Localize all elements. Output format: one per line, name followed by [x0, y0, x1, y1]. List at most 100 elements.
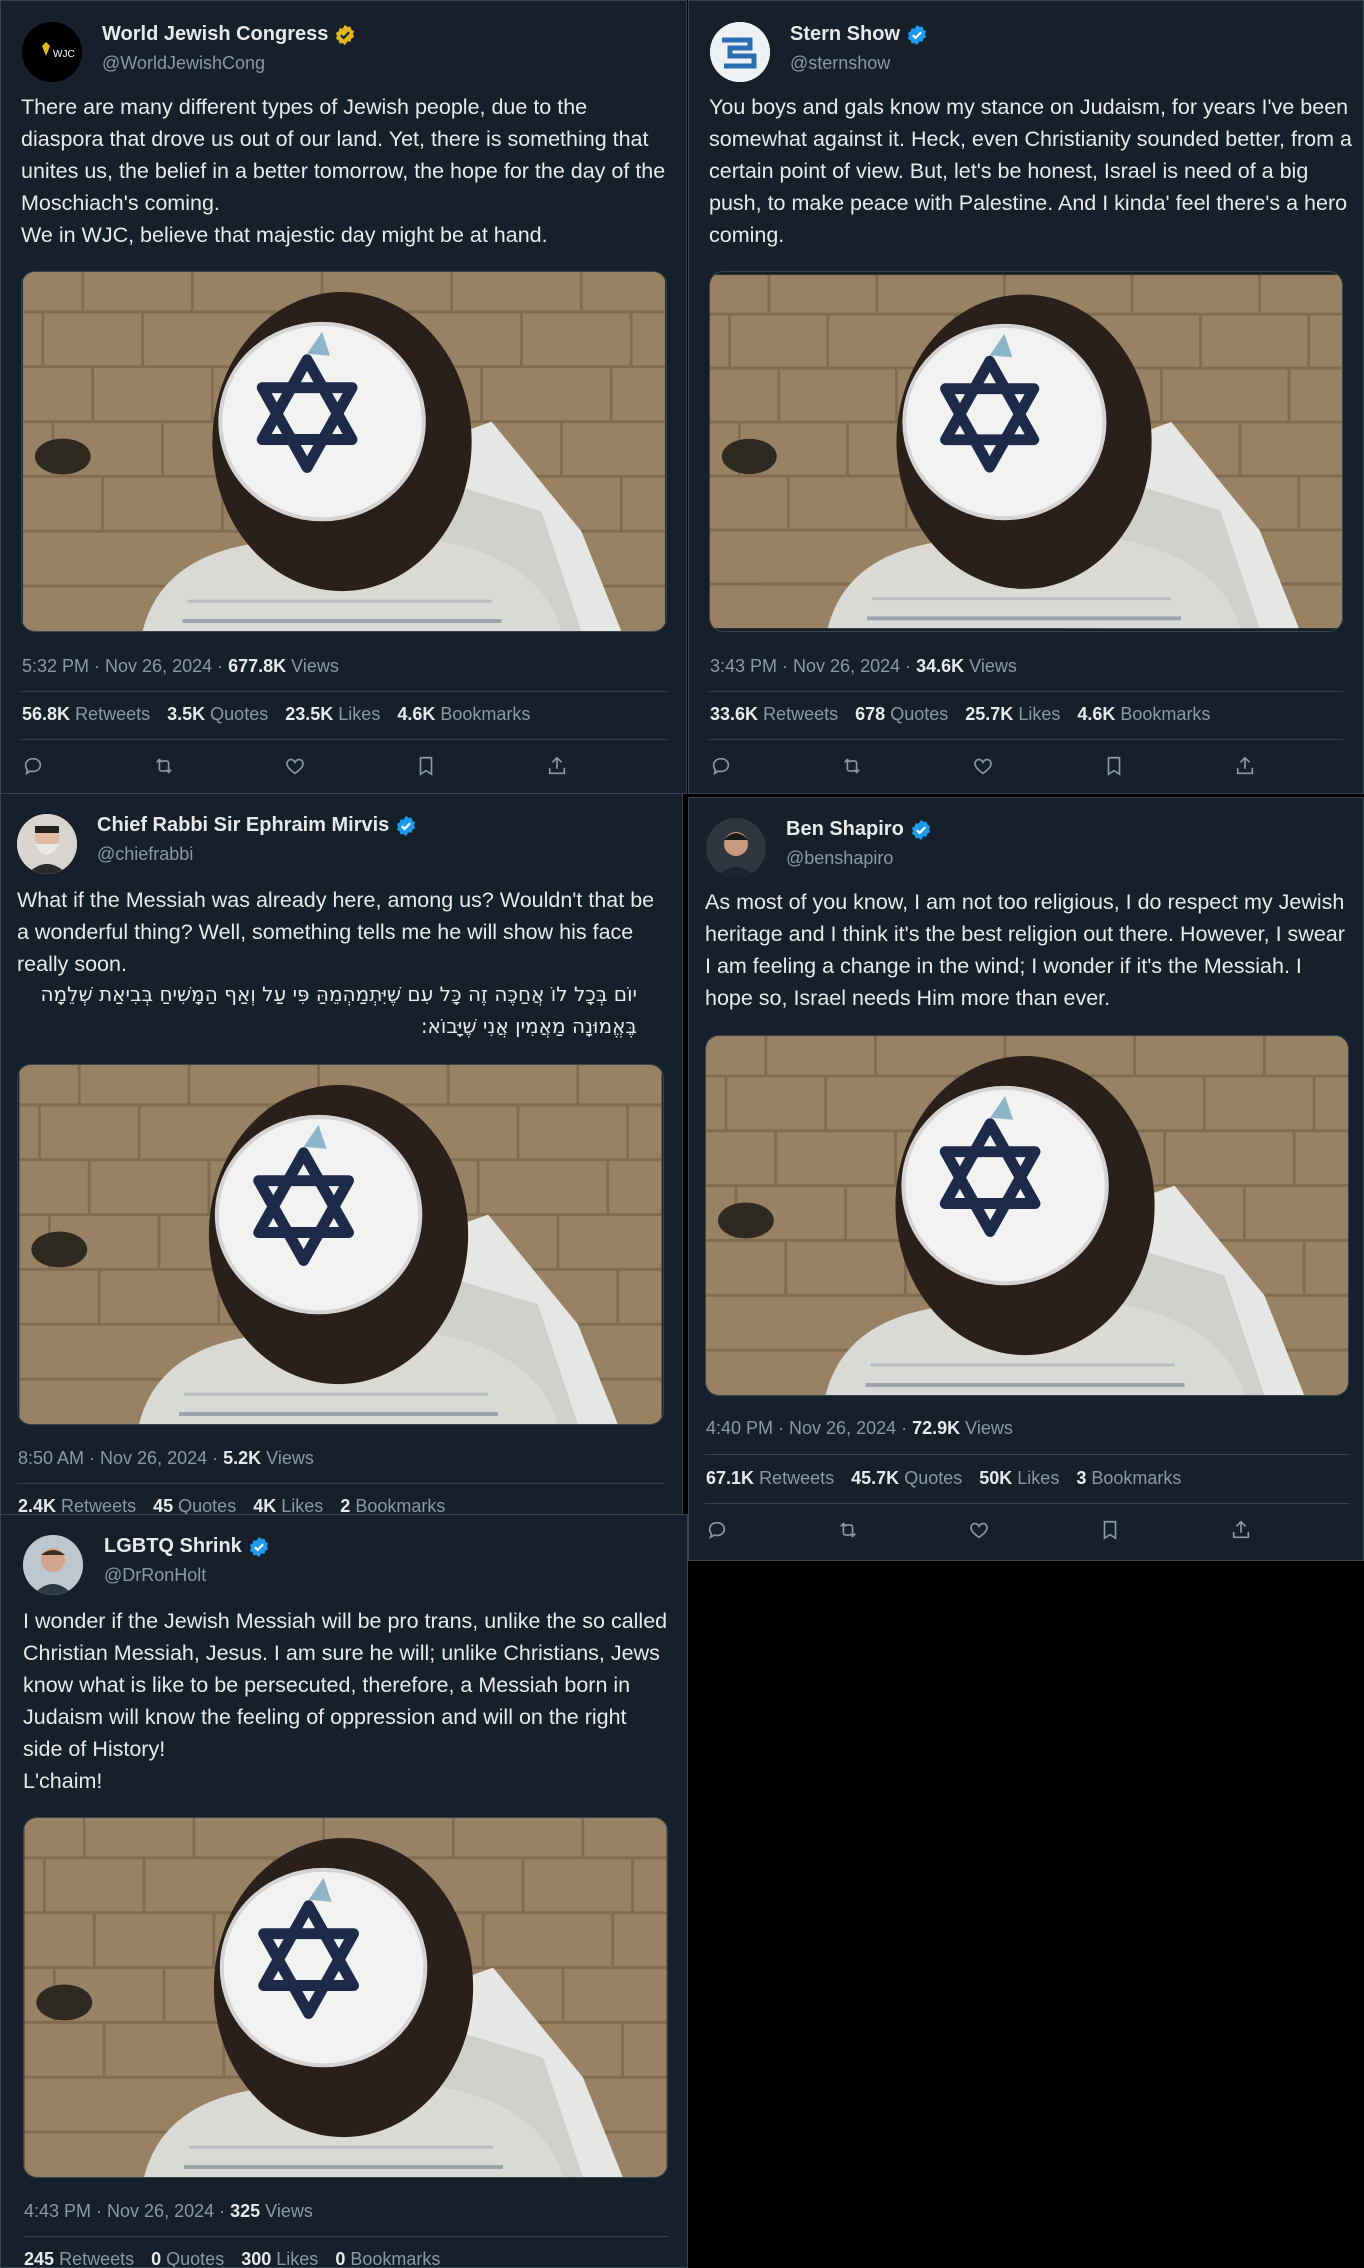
retweet-icon [153, 755, 175, 777]
likes-stat[interactable]: 50K Likes [979, 1468, 1059, 1488]
divider [21, 739, 667, 740]
reply-icon [22, 755, 44, 777]
user-handle[interactable]: @chiefrabbi [97, 844, 193, 865]
avatar[interactable] [710, 22, 770, 82]
retweets-stat[interactable]: 33.6K Retweets [710, 704, 838, 724]
tweet-text: There are many different types of Jewish… [21, 95, 666, 247]
display-name[interactable]: LGBTQ Shrink [104, 1535, 270, 1558]
verified-badge-icon [910, 819, 932, 841]
bookmarks-stat[interactable]: 2 Bookmarks [340, 1496, 445, 1514]
tweet-photo[interactable] [709, 271, 1343, 632]
quotes-stat[interactable]: 0 Quotes [151, 2249, 224, 2267]
timestamp-views: 8:50 AM · Nov 26, 2024 · 5.2K Views [18, 1448, 314, 1468]
bookmark-icon [1099, 1519, 1121, 1541]
display-name[interactable]: Stern Show [790, 23, 928, 46]
quotes-stat[interactable]: 678 Quotes [855, 704, 948, 724]
avatar[interactable] [17, 814, 77, 874]
like-button[interactable] [972, 751, 1103, 781]
chief-rabbi-avatar-icon [17, 814, 77, 874]
reply-button[interactable] [706, 1515, 837, 1545]
quotes-stat[interactable]: 45.7K Quotes [851, 1468, 962, 1488]
svg-text:WJC: WJC [53, 49, 75, 60]
retweet-icon [837, 1519, 859, 1541]
bookmarks-stat[interactable]: 0 Bookmarks [335, 2249, 440, 2267]
divider [705, 1454, 1349, 1455]
reply-icon [706, 1519, 728, 1541]
bookmark-button[interactable] [415, 751, 546, 781]
retweet-button[interactable] [153, 751, 284, 781]
like-button[interactable] [968, 1515, 1099, 1545]
share-icon [1230, 1519, 1252, 1541]
share-button[interactable] [1234, 751, 1364, 781]
views-count: 5.2K [223, 1448, 262, 1468]
tweet-text: What if the Messiah was already here, am… [17, 888, 661, 976]
bookmark-button[interactable] [1103, 751, 1234, 781]
verified-gold-badge-icon [334, 24, 356, 46]
tweet-photo[interactable] [705, 1035, 1349, 1396]
quotes-stat[interactable]: 45 Quotes [153, 1496, 236, 1514]
divider [23, 2236, 668, 2237]
stern-show-logo-icon [710, 22, 770, 82]
likes-stat[interactable]: 23.5K Likes [285, 704, 380, 724]
tweet-photo[interactable] [17, 1064, 664, 1425]
engagement-stats: 56.8K Retweets 3.5K Quotes 23.5K Likes 4… [22, 704, 542, 725]
divider [705, 1503, 1349, 1504]
timestamp-views: 3:43 PM · Nov 26, 2024 · 34.6K Views [710, 656, 1017, 676]
bookmark-icon [415, 755, 437, 777]
tweet-photo[interactable] [23, 1817, 668, 2178]
avatar[interactable]: WJC [22, 22, 82, 82]
display-name[interactable]: Ben Shapiro [786, 818, 932, 841]
bookmarks-stat[interactable]: 4.6K Bookmarks [397, 704, 530, 724]
user-handle[interactable]: @DrRonHolt [104, 1565, 206, 1586]
bookmark-button[interactable] [1099, 1515, 1230, 1545]
avatar[interactable] [23, 1535, 83, 1595]
reply-button[interactable] [22, 751, 153, 781]
bookmarks-stat[interactable]: 4.6K Bookmarks [1077, 704, 1210, 724]
bookmarks-stat[interactable]: 3 Bookmarks [1076, 1468, 1181, 1488]
tweet-card: Stern Show @sternshow You boys and gals … [688, 0, 1364, 794]
display-name[interactable]: Chief Rabbi Sir Ephraim Mirvis [97, 814, 417, 837]
retweets-stat[interactable]: 67.1K Retweets [706, 1468, 834, 1488]
divider [709, 691, 1343, 692]
like-icon [972, 755, 994, 777]
quotes-stat[interactable]: 3.5K Quotes [167, 704, 268, 724]
like-icon [284, 755, 306, 777]
user-handle[interactable]: @WorldJewishCong [102, 53, 265, 74]
reply-button[interactable] [710, 751, 841, 781]
reply-icon [710, 755, 732, 777]
retweets-stat[interactable]: 56.8K Retweets [22, 704, 150, 724]
like-button[interactable] [284, 751, 415, 781]
retweet-icon [841, 755, 863, 777]
engagement-stats: 245 Retweets 0 Quotes 300 Likes 0 Bookma… [24, 2249, 452, 2267]
user-handle[interactable]: @benshapiro [786, 848, 893, 869]
timestamp[interactable]: 4:40 PM · Nov 26, 2024 [706, 1418, 896, 1438]
like-icon [968, 1519, 990, 1541]
views-label: Views [965, 1418, 1013, 1438]
likes-stat[interactable]: 25.7K Likes [965, 704, 1060, 724]
timestamp[interactable]: 5:32 PM · Nov 26, 2024 [22, 656, 212, 676]
retweets-stat[interactable]: 2.4K Retweets [18, 1496, 136, 1514]
timestamp-views: 5:32 PM · Nov 26, 2024 · 677.8K Views [22, 656, 339, 676]
retweet-button[interactable] [837, 1515, 968, 1545]
ben-shapiro-avatar-icon [706, 818, 766, 878]
timestamp[interactable]: 4:43 PM · Nov 26, 2024 [24, 2201, 214, 2221]
views-label: Views [266, 1448, 314, 1468]
wjc-logo-icon: WJC [22, 22, 82, 82]
avatar[interactable] [706, 818, 766, 878]
user-handle[interactable]: @sternshow [790, 53, 890, 74]
display-name[interactable]: World Jewish Congress [102, 23, 356, 46]
timestamp[interactable]: 8:50 AM · Nov 26, 2024 [18, 1448, 207, 1468]
divider [709, 739, 1343, 740]
likes-stat[interactable]: 300 Likes [241, 2249, 318, 2267]
retweets-stat[interactable]: 245 Retweets [24, 2249, 134, 2267]
retweet-button[interactable] [841, 751, 972, 781]
action-bar [706, 1515, 1361, 1545]
timestamp[interactable]: 3:43 PM · Nov 26, 2024 [710, 656, 900, 676]
likes-stat[interactable]: 4K Likes [253, 1496, 323, 1514]
tweet-photo[interactable] [21, 271, 667, 632]
tweet-text: As most of you know, I am not too religi… [705, 890, 1351, 1010]
tweet-card: WJC World Jewish Congress @WorldJewishCo… [0, 0, 687, 794]
share-button[interactable] [546, 751, 677, 781]
share-button[interactable] [1230, 1515, 1361, 1545]
share-icon [546, 755, 568, 777]
